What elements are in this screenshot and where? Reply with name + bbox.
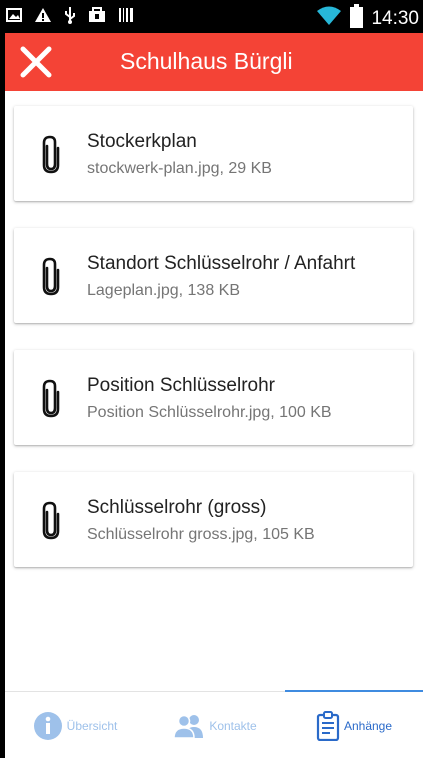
tab-label: Kontakte [209, 718, 257, 733]
app-bar: Schulhaus Bürgli [5, 33, 423, 91]
image-icon [6, 7, 22, 28]
attachment-file-info: Position Schlüsselrohr.jpg, 100 KB [87, 404, 332, 421]
paperclip-icon [42, 501, 60, 540]
attachment-card[interactable]: Position Schlüsselrohr Position Schlüsse… [14, 350, 413, 445]
attachment-title: Stockerkplan [87, 131, 197, 152]
attachment-file-info: stockwerk-plan.jpg, 29 KB [87, 160, 272, 177]
app-screen: Schulhaus Bürgli Stockerkplan stockwerk-… [5, 33, 423, 758]
attachment-title: Schlüsselrohr (gross) [87, 497, 267, 518]
status-bar-notifications [6, 6, 134, 29]
tab-label: Übersicht [66, 718, 118, 733]
status-bar-system: 14:30 [316, 4, 419, 33]
status-time: 14:30 [371, 7, 419, 29]
tab-contacts[interactable]: Kontakte [145, 692, 285, 758]
warning-icon [34, 7, 52, 28]
barcode-icon [118, 7, 134, 28]
clipboard-icon [316, 710, 340, 741]
close-button[interactable] [19, 45, 53, 79]
tab-label: Anhänge [343, 718, 393, 733]
attachment-file-info: Schlüsselrohr gross.jpg, 105 KB [87, 526, 315, 543]
bottom-tab-bar: Übersicht Kontakte Anhänge [5, 690, 423, 758]
attachment-card[interactable]: Schlüsselrohr (gross) Schlüsselrohr gros… [14, 472, 413, 567]
phone-frame: 14:30 Schulhaus Bürgli Stockerkplan stoc… [0, 0, 423, 758]
info-icon [33, 711, 62, 740]
contacts-icon [173, 714, 204, 739]
bag-icon [88, 7, 106, 28]
close-icon [20, 46, 52, 78]
battery-icon [350, 4, 364, 33]
attachment-file-info: Lageplan.jpg, 138 KB [87, 282, 241, 299]
wifi-icon [316, 5, 342, 32]
paperclip-icon [42, 135, 60, 174]
attachment-title: Position Schlüsselrohr [87, 375, 275, 396]
tab-attachments[interactable]: Anhänge [285, 690, 423, 758]
tab-overview[interactable]: Übersicht [5, 692, 145, 758]
paperclip-icon [42, 257, 60, 296]
status-bar: 14:30 [0, 0, 423, 33]
attachment-title: Standort Schlüsselrohr / Anfahrt [87, 253, 356, 274]
attachment-card[interactable]: Standort Schlüsselrohr / Anfahrt Lagepla… [14, 228, 413, 323]
page-title: Schulhaus Bürgli [120, 48, 293, 74]
paperclip-icon [42, 379, 60, 418]
usb-icon [64, 6, 76, 29]
attachment-card[interactable]: Stockerkplan stockwerk-plan.jpg, 29 KB [14, 106, 413, 201]
